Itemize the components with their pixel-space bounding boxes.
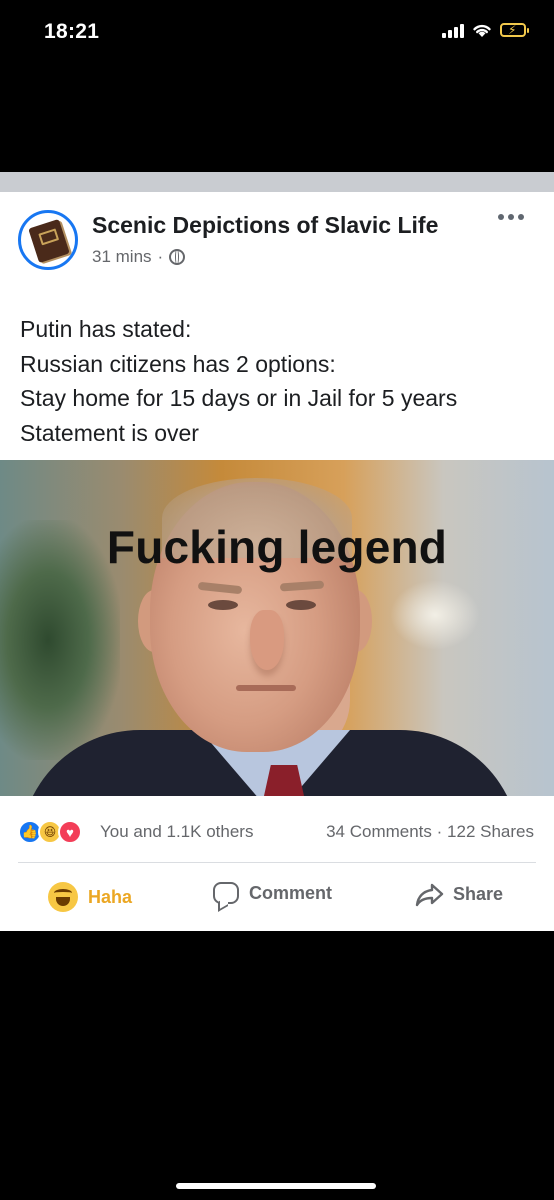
post-text-line: Putin has stated: [20,316,192,342]
status-bar: 18:21 ⚡ [0,0,554,70]
post-timestamp[interactable]: 31 mins [92,247,152,267]
reactions-summary[interactable]: 👍 😆 ♥ You and 1.1K others 34 Comments · … [0,796,554,860]
globe-icon [169,249,186,265]
book-icon [28,218,70,264]
post-text: Putin has stated: Russian citizens has 2… [20,312,540,450]
share-label: Share [453,883,504,904]
person-eye [286,600,316,610]
meta-separator: · [157,247,164,266]
comment-button[interactable]: Comment [213,882,332,904]
share-icon [415,882,444,907]
background-light [390,580,480,650]
battery-charging-icon: ⚡ [500,23,529,37]
post-image[interactable]: Fucking legend [0,460,554,796]
meme-caption: Fucking legend [106,521,448,573]
post-text-line: Russian citizens has 2 options: [20,350,336,377]
comment-icon [213,882,239,904]
post-text-line: Stay home for 15 days or in Jail for 5 y… [20,385,458,411]
haha-icon [48,882,78,912]
haha-label: Haha [88,886,133,907]
haha-button[interactable]: Haha [48,882,132,912]
more-options-icon[interactable] [498,214,524,220]
action-bar: Haha Comment Share [0,864,554,931]
shares-count[interactable]: 122 Shares [447,822,534,841]
comment-label: Comment [249,882,333,903]
comments-count[interactable]: 34 Comments [326,822,432,841]
cellular-signal-icon [442,22,464,38]
person-eye [208,600,238,610]
post-text-line: Statement is over [20,419,199,446]
post-meta: 31 mins · [92,247,186,267]
home-indicator[interactable] [176,1183,376,1189]
wifi-icon [473,24,491,37]
person-nose [250,610,284,670]
reaction-icons[interactable]: 👍 😆 ♥ [18,820,82,844]
status-time: 18:21 [44,20,100,43]
person-mouth [236,685,296,691]
engagement-separator: · [436,822,443,841]
post-header: Scenic Depictions of Slavic Life 31 mins… [0,192,554,282]
engagement-counts: 34 Comments · 122 Shares [326,822,534,842]
reactors-count[interactable]: You and 1.1K others [100,822,253,842]
love-reaction-icon: ♥ [58,820,82,844]
action-divider [18,862,536,863]
feed-divider [0,172,554,192]
share-button[interactable]: Share [415,882,504,907]
feed-post: Scenic Depictions of Slavic Life 31 mins… [0,192,554,931]
page-avatar[interactable] [18,210,78,270]
status-icons: ⚡ [442,22,529,38]
page-name-link[interactable]: Scenic Depictions of Slavic Life [92,212,438,239]
